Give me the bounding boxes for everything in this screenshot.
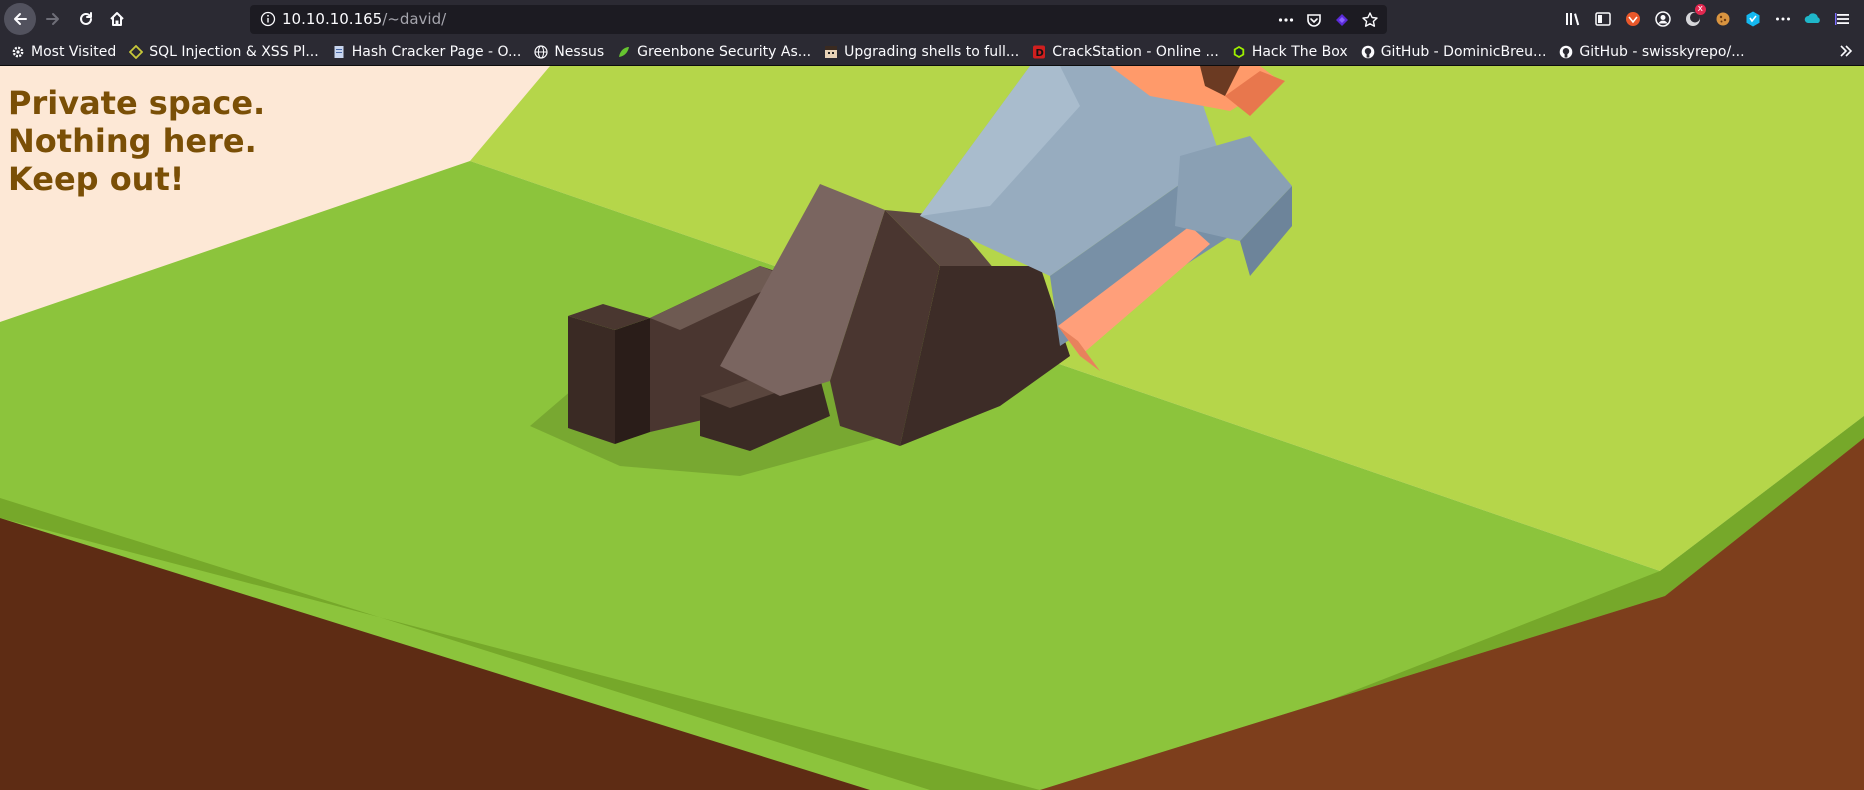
cloud-icon[interactable] [1802, 8, 1824, 30]
bookmark-label: SQL Injection & XSS Pl... [149, 43, 319, 60]
heading-line-1: Private space. [8, 84, 266, 122]
page-actions-icon[interactable] [1275, 9, 1297, 31]
bookmark-label: Hack The Box [1251, 43, 1348, 60]
forward-button[interactable] [37, 3, 69, 35]
overflow-menu-icon[interactable] [1772, 8, 1794, 30]
bookmark-star-icon[interactable] [1359, 9, 1381, 31]
reload-button[interactable] [70, 3, 102, 35]
page-heading: Private space. Nothing here. Keep out! [8, 84, 265, 198]
minecraft-character-illustration [0, 66, 1864, 790]
document-icon [331, 44, 347, 60]
bookmark-most-visited[interactable]: Most Visited [10, 44, 116, 60]
crackstation-icon: D [1031, 44, 1047, 60]
reload-icon [80, 12, 92, 25]
diamond-icon [128, 44, 144, 60]
greenbone-icon [616, 44, 632, 60]
heading-line-3: Keep out! [8, 160, 185, 198]
htb-icon [1231, 44, 1247, 60]
github-icon [1558, 44, 1574, 60]
bookmark-hack-the-box[interactable]: Hack The Box [1231, 44, 1348, 60]
bookmark-label: Hash Cracker Page - O... [351, 43, 522, 60]
info-icon[interactable] [260, 11, 276, 31]
arrow-left-icon [14, 13, 27, 25]
heading-line-2: Nothing here. [8, 122, 257, 160]
avatar-icon [823, 44, 839, 60]
bookmark-crackstation[interactable]: D CrackStation - Online ... [1031, 44, 1219, 60]
bookmark-github-dominic[interactable]: GitHub - DominicBreu... [1360, 43, 1547, 60]
page-content: Private space. Nothing here. Keep out! [0, 66, 1864, 790]
home-button[interactable] [101, 3, 133, 35]
url-host: 10.10.10.165 [282, 10, 383, 28]
bookmark-label: Most Visited [31, 43, 117, 60]
bookmark-upgrading-shells[interactable]: Upgrading shells to full... [823, 44, 1019, 60]
cookie-editor-icon[interactable] [1712, 8, 1734, 30]
bookmark-label: GitHub - swisskyrepo/... [1579, 43, 1745, 60]
url-text[interactable]: 10.10.10.165/~david/ [282, 10, 446, 28]
back-button[interactable] [4, 3, 36, 35]
bookmark-label: Upgrading shells to full... [844, 43, 1020, 60]
pocket-icon[interactable] [1303, 9, 1325, 31]
extension-badge: x [1694, 4, 1706, 15]
bookmarks-toolbar: Most Visited SQL Injection & XSS Pl... H… [0, 38, 1864, 66]
library-icon[interactable] [1562, 8, 1584, 30]
bookmark-sql-injection[interactable]: SQL Injection & XSS Pl... [128, 44, 319, 60]
bookmark-label: Nessus [554, 43, 605, 60]
bookmark-label: CrackStation - Online ... [1052, 43, 1219, 60]
browser-toolbar: 10.10.10.165/~david/ x [0, 0, 1864, 38]
home-icon [110, 12, 124, 26]
bookmark-label: GitHub - DominicBreu... [1380, 43, 1547, 60]
sidebar-icon[interactable] [1592, 8, 1614, 30]
arrow-right-icon [46, 13, 59, 25]
purple-extension-icon[interactable] [1331, 9, 1353, 31]
globe-icon [533, 44, 549, 60]
bookmark-label: Greenbone Security As... [637, 43, 812, 60]
url-bar[interactable]: 10.10.10.165/~david/ [250, 5, 1387, 34]
account-icon[interactable] [1652, 8, 1674, 30]
svg-text:D: D [1036, 48, 1044, 59]
bookmark-greenbone[interactable]: Greenbone Security As... [616, 44, 811, 60]
bookmark-hash-cracker[interactable]: Hash Cracker Page - O... [331, 43, 522, 60]
gear-icon [10, 44, 26, 60]
wappalyzer-icon[interactable] [1742, 8, 1764, 30]
chevron-double-right-icon[interactable] [1838, 43, 1854, 63]
hamburger-menu-icon[interactable] [1832, 8, 1854, 30]
url-path: /~david/ [382, 10, 447, 28]
bookmark-github-swisskyrepo[interactable]: GitHub - swisskyrepo/... [1558, 43, 1745, 60]
darkreader-icon[interactable]: x [1682, 4, 1706, 30]
foxyproxy-icon[interactable] [1622, 8, 1644, 30]
github-icon [1360, 44, 1376, 60]
bookmark-nessus[interactable]: Nessus [533, 44, 604, 60]
